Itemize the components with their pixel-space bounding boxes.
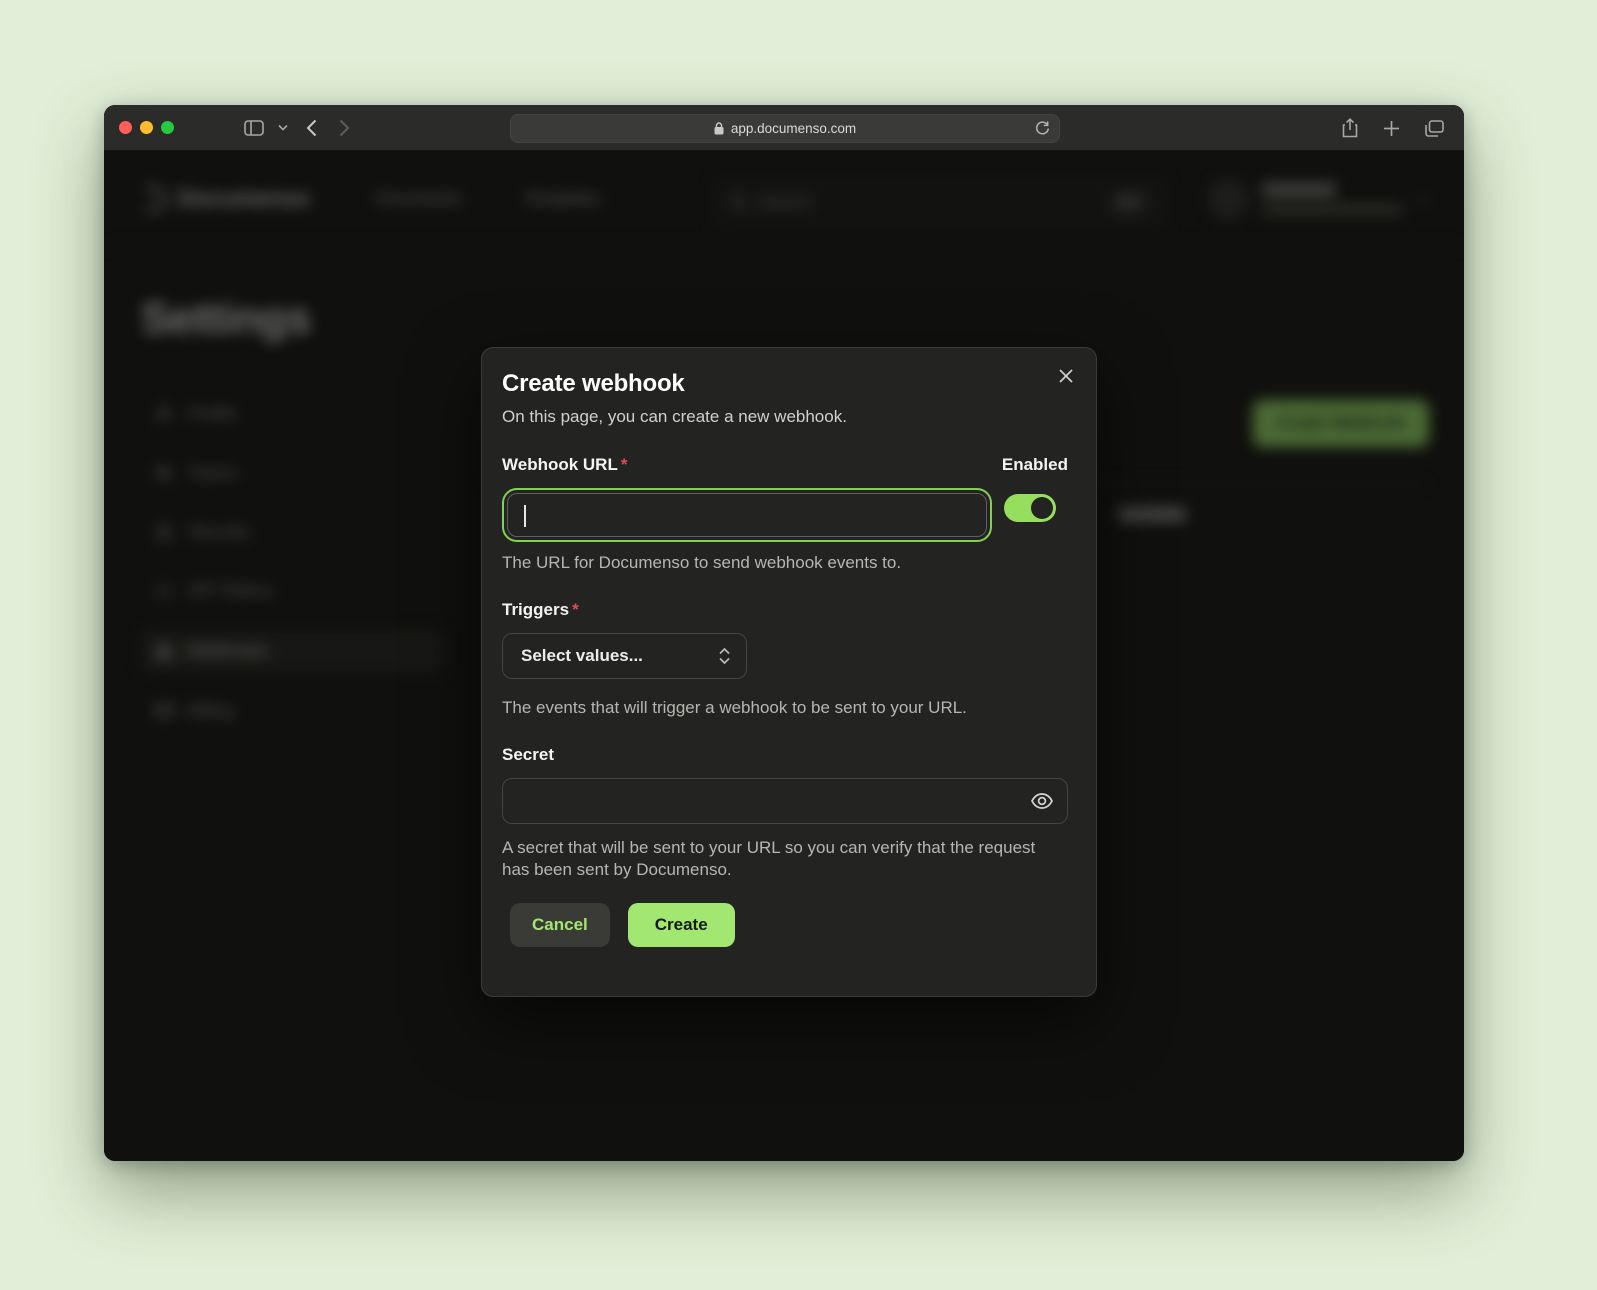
minimize-window-button[interactable]: [140, 121, 153, 134]
enabled-toggle[interactable]: [1004, 494, 1056, 522]
tab-overview-icon[interactable]: [1425, 120, 1444, 137]
close-window-button[interactable]: [119, 121, 132, 134]
chevron-up-down-icon: [718, 647, 731, 665]
create-button[interactable]: Create: [628, 903, 735, 947]
forward-button[interactable]: [339, 119, 350, 137]
webhook-url-helper: The URL for Documenso to send webhook ev…: [502, 552, 1072, 574]
dialog-title: Create webhook: [502, 370, 1072, 398]
triggers-helper: The events that will trigger a webhook t…: [502, 697, 1072, 719]
share-icon[interactable]: [1342, 118, 1358, 138]
secret-helper: A secret that will be sent to your URL s…: [502, 837, 1042, 881]
webhook-url-input[interactable]: [507, 493, 987, 537]
create-webhook-dialog: Create webhook On this page, you can cre…: [481, 347, 1097, 997]
enabled-label: Enabled: [1002, 455, 1068, 475]
dialog-description: On this page, you can create a new webho…: [502, 407, 1072, 427]
required-marker: *: [572, 600, 579, 619]
secret-label: Secret: [502, 745, 1072, 765]
webhook-url-label: Webhook URL*: [502, 455, 627, 475]
required-marker: *: [621, 455, 628, 474]
zoom-window-button[interactable]: [161, 121, 174, 134]
address-bar[interactable]: app.documenso.com: [510, 114, 1060, 143]
back-button[interactable]: [306, 119, 317, 137]
triggers-label: Triggers*: [502, 600, 1072, 620]
new-tab-icon[interactable]: [1383, 120, 1400, 137]
triggers-select-placeholder: Select values...: [521, 646, 643, 666]
eye-icon[interactable]: [1030, 791, 1054, 811]
chevron-down-icon[interactable]: [278, 124, 288, 131]
sidebar-toggle-icon[interactable]: [244, 120, 264, 136]
close-icon[interactable]: [1052, 362, 1080, 390]
browser-window: app.documenso.com: [104, 105, 1464, 1161]
secret-input[interactable]: [502, 778, 1068, 824]
app-page: Documenso Documents Templates Search ⌘K: [104, 151, 1464, 1161]
lock-icon: [714, 122, 724, 135]
cancel-button[interactable]: Cancel: [510, 903, 610, 947]
traffic-lights: [119, 121, 182, 134]
address-text: app.documenso.com: [731, 121, 856, 136]
text-caret: [524, 505, 526, 527]
triggers-select[interactable]: Select values...: [502, 633, 747, 679]
browser-titlebar: app.documenso.com: [104, 105, 1464, 151]
toggle-knob: [1031, 497, 1053, 519]
reload-icon[interactable]: [1035, 120, 1050, 140]
